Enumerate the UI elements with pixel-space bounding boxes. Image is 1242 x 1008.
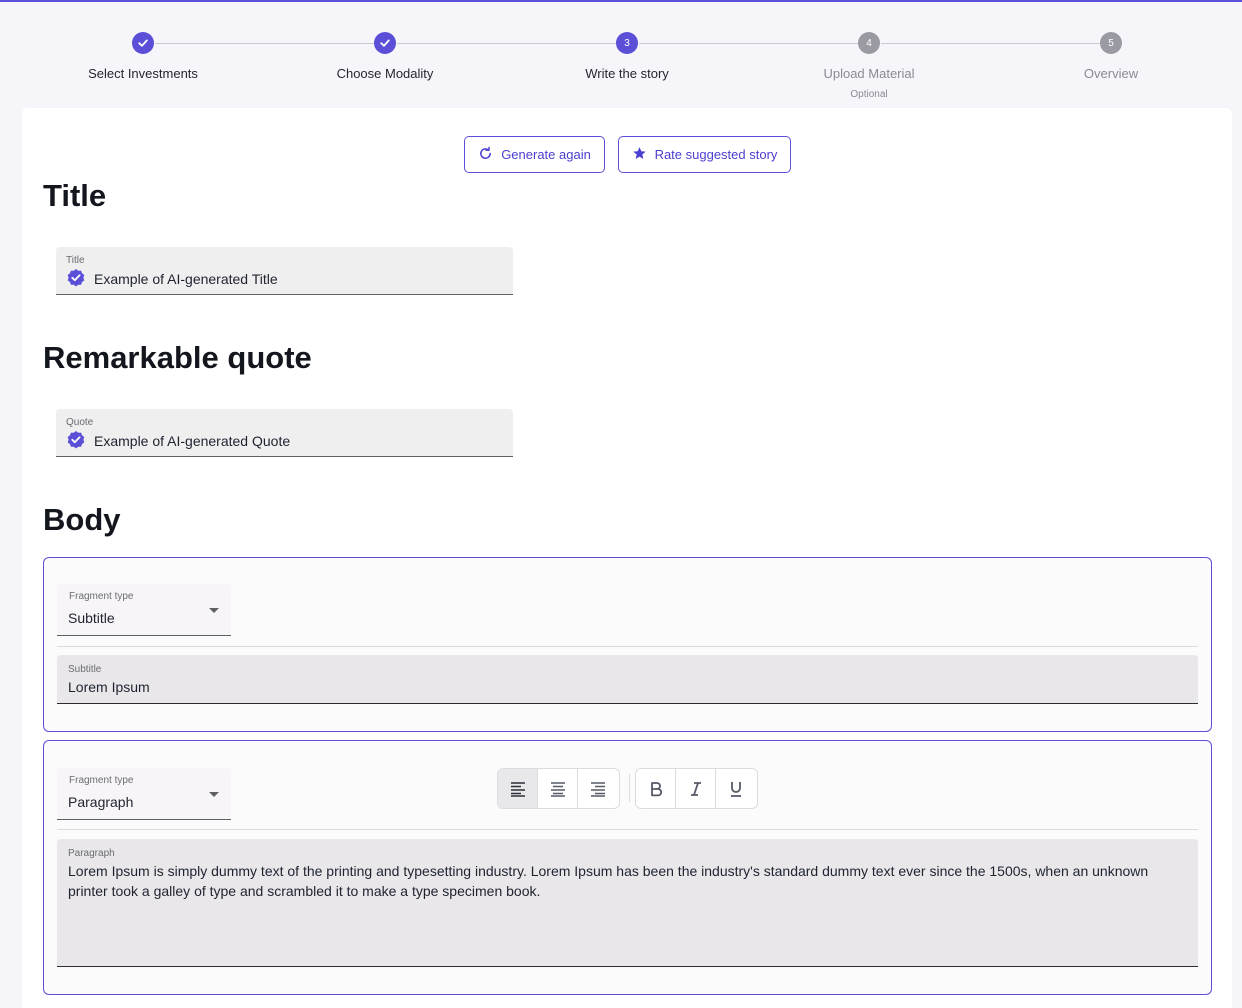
- subtitle-input[interactable]: Subtitle Lorem Ipsum: [57, 655, 1198, 704]
- alignment-toolbar: [497, 768, 620, 809]
- fragment-divider: [57, 646, 1198, 647]
- step-number: 4: [858, 32, 880, 54]
- step-label: Write the story: [585, 66, 669, 81]
- generate-again-button[interactable]: Generate again: [464, 136, 605, 173]
- align-right-icon: [591, 781, 605, 797]
- bold-button[interactable]: [636, 769, 676, 808]
- quote-value: Example of AI-generated Quote: [94, 433, 291, 449]
- format-toolbar: [635, 768, 758, 809]
- toolbar-separator: [629, 774, 630, 802]
- fragment-divider: [57, 829, 1198, 830]
- generate-again-label: Generate again: [501, 147, 591, 162]
- title-heading: Title: [43, 178, 107, 213]
- step-label: Choose Modality: [336, 66, 434, 81]
- quote-field[interactable]: Quote Example of AI-generated Quote: [56, 409, 513, 457]
- title-field[interactable]: Title Example of AI-generated Title: [56, 247, 513, 295]
- checkmark-icon: [132, 32, 154, 54]
- quote-field-label: Quote: [66, 417, 94, 428]
- bold-icon: [650, 781, 662, 796]
- title-field-label: Title: [66, 255, 85, 266]
- refresh-icon: [478, 146, 493, 164]
- step-label: Select Investments: [88, 66, 198, 81]
- align-right-button[interactable]: [578, 769, 618, 808]
- verified-badge-icon: [66, 268, 86, 288]
- fragment-type-select[interactable]: Fragment type Subtitle: [57, 584, 231, 636]
- fragment-subtitle: Fragment type Subtitle Subtitle Lorem Ip…: [43, 557, 1212, 732]
- subtitle-value: Lorem Ipsum: [68, 679, 150, 695]
- step-upload-material[interactable]: 4 Upload Material Optional: [769, 32, 969, 100]
- fragment-paragraph: Fragment type Paragraph Paragraph Lorem …: [43, 740, 1212, 995]
- checkmark-icon: [374, 32, 396, 54]
- rate-story-label: Rate suggested story: [654, 147, 778, 162]
- rate-story-button[interactable]: Rate suggested story: [618, 136, 791, 173]
- verified-badge-icon: [66, 430, 86, 450]
- fragment-type-label: Fragment type: [69, 775, 134, 786]
- dropdown-arrow-icon: [209, 792, 219, 797]
- paragraph-value: Lorem Ipsum is simply dummy text of the …: [68, 863, 1149, 899]
- step-optional-label: Optional: [850, 89, 888, 100]
- body-heading: Body: [43, 502, 121, 537]
- fragment-type-value: Subtitle: [68, 610, 115, 626]
- step-select-investments[interactable]: Select Investments: [43, 32, 243, 81]
- step-write-story[interactable]: 3 Write the story: [527, 32, 727, 81]
- step-overview[interactable]: 5 Overview: [1011, 32, 1211, 81]
- align-left-icon: [510, 781, 525, 797]
- step-number: 5: [1100, 32, 1122, 54]
- paragraph-field-label: Paragraph: [68, 848, 115, 859]
- step-choose-modality[interactable]: Choose Modality: [285, 32, 485, 81]
- align-left-button[interactable]: [498, 769, 538, 808]
- align-center-button[interactable]: [538, 769, 578, 808]
- paragraph-input[interactable]: Paragraph Lorem Ipsum is simply dummy te…: [57, 839, 1198, 967]
- fragment-type-label: Fragment type: [69, 591, 134, 602]
- underline-icon: [731, 781, 741, 797]
- align-center-icon: [550, 781, 565, 797]
- step-label: Upload Material: [823, 66, 915, 81]
- star-icon: [632, 146, 647, 164]
- italic-icon: [690, 781, 701, 796]
- dropdown-arrow-icon: [209, 608, 219, 613]
- italic-button[interactable]: [676, 769, 716, 808]
- fragment-type-value: Paragraph: [68, 794, 134, 810]
- quote-heading: Remarkable quote: [43, 340, 312, 375]
- title-value: Example of AI-generated Title: [94, 271, 278, 287]
- progress-stepper: Select Investments Choose Modality 3 Wri…: [0, 0, 1242, 110]
- subtitle-field-label: Subtitle: [68, 664, 102, 675]
- underline-button[interactable]: [716, 769, 756, 808]
- step-number: 3: [616, 32, 638, 54]
- step-label: Overview: [1083, 66, 1139, 81]
- fragment-type-select[interactable]: Fragment type Paragraph: [57, 768, 231, 820]
